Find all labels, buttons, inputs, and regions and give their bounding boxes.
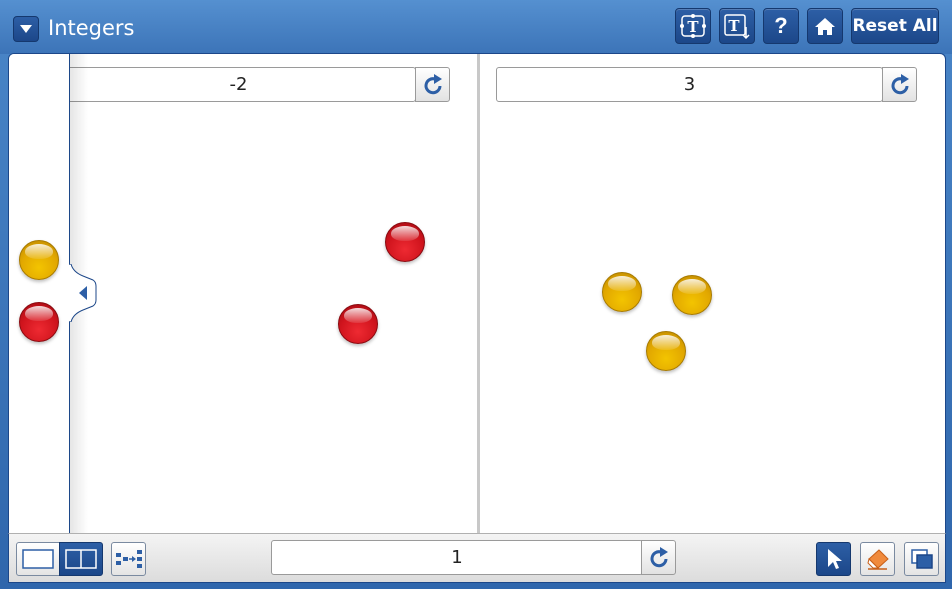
- result-refresh-button[interactable]: [641, 540, 676, 575]
- reset-all-button[interactable]: Reset All: [851, 8, 939, 44]
- negative-chip-source[interactable]: [19, 302, 59, 342]
- single-view-button[interactable]: [16, 542, 60, 576]
- home-button[interactable]: [807, 8, 843, 44]
- eraser-icon: [866, 549, 889, 570]
- right-value-display: 3: [496, 67, 883, 102]
- text-answer-button[interactable]: T: [719, 8, 755, 44]
- app-title: Integers: [48, 16, 135, 40]
- menu-dropdown-button[interactable]: [13, 16, 39, 42]
- refresh-icon: [424, 73, 442, 94]
- refresh-icon: [891, 73, 909, 94]
- help-icon: ?: [774, 13, 788, 38]
- positive-chip[interactable]: [646, 331, 686, 371]
- duplicate-tool-button[interactable]: [904, 542, 939, 576]
- single-view-icon: [22, 549, 54, 569]
- text-answer-icon: T: [724, 14, 750, 40]
- pointer-tool-button[interactable]: [816, 542, 851, 576]
- panel-divider: [477, 54, 480, 533]
- negative-chip[interactable]: [385, 222, 425, 262]
- left-refresh-button[interactable]: [415, 67, 450, 102]
- combine-icon: [115, 550, 142, 568]
- pointer-icon: [827, 549, 842, 569]
- positive-chip-source[interactable]: [19, 240, 59, 280]
- home-icon: [815, 18, 835, 35]
- chip-tray: [9, 54, 70, 533]
- positive-chip[interactable]: [602, 272, 642, 312]
- split-view-icon: [65, 549, 97, 569]
- chevron-down-icon: [20, 25, 32, 33]
- duplicate-icon: [910, 549, 933, 569]
- title-bar: Integers T T ? Reset All: [0, 0, 952, 54]
- result-value-display: 1: [271, 540, 643, 575]
- positive-chip[interactable]: [672, 275, 712, 315]
- eraser-tool-button[interactable]: [860, 542, 895, 576]
- refresh-icon: [650, 546, 668, 567]
- text-tool-button[interactable]: T: [675, 8, 711, 44]
- workspace: -2 3: [8, 53, 946, 533]
- help-button[interactable]: ?: [763, 8, 799, 44]
- negative-chip[interactable]: [338, 304, 378, 344]
- svg-text:T: T: [728, 17, 740, 35]
- combine-button[interactable]: [111, 542, 146, 576]
- split-view-button[interactable]: [59, 542, 103, 576]
- bottom-toolbar: 1: [8, 533, 946, 583]
- tray-collapse-tab[interactable]: [69, 264, 99, 322]
- svg-text:T: T: [687, 18, 699, 36]
- left-value-display: -2: [61, 67, 416, 102]
- right-refresh-button[interactable]: [882, 67, 917, 102]
- text-tool-icon: T: [680, 14, 706, 38]
